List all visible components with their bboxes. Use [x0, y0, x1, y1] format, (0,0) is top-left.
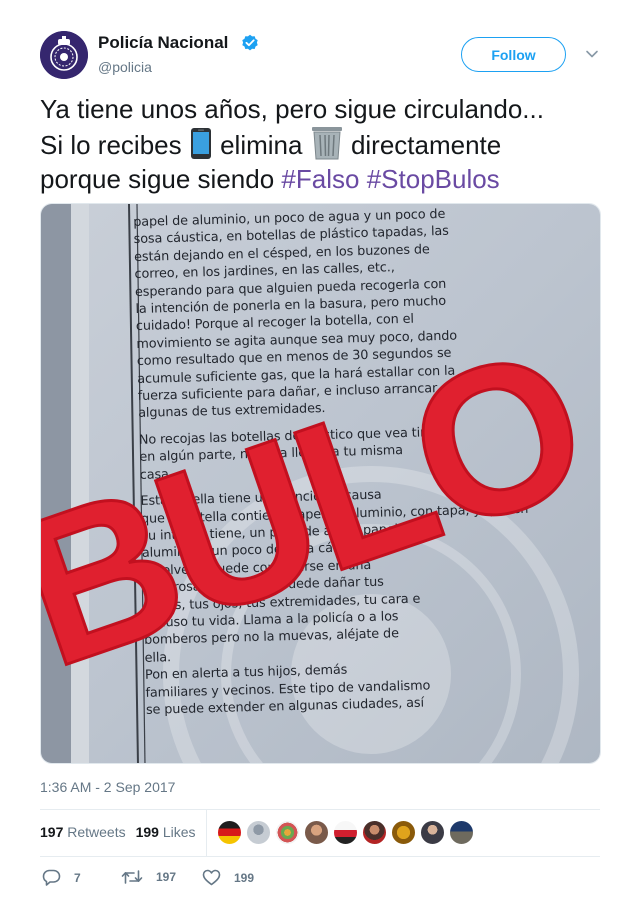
liker-avatar[interactable] [217, 820, 242, 845]
tweet-timestamp[interactable]: 1:36 AM - 2 Sep 2017 [40, 779, 175, 795]
account-handle[interactable]: @policia [98, 59, 152, 75]
retweet-icon [121, 870, 143, 884]
heart-icon [202, 869, 221, 886]
engagement-stats: 197 Retweets 199 Likes [40, 824, 196, 840]
bulo-stamp: BULO [41, 302, 601, 713]
hashtag-stopbulos[interactable]: #StopBulos [367, 164, 500, 194]
like-count: 199 [234, 870, 255, 885]
divider [40, 856, 600, 857]
follow-button[interactable]: Follow [461, 37, 566, 72]
liker-avatar[interactable] [362, 820, 387, 845]
tweet-line-1: Ya tiene unos años, pero sigue circuland… [40, 94, 544, 124]
reply-count: 7 [74, 870, 81, 885]
liker-avatars [217, 820, 478, 845]
divider [40, 809, 600, 810]
liker-avatar[interactable] [246, 820, 271, 845]
liker-avatar[interactable] [449, 820, 474, 845]
liker-avatar[interactable] [304, 820, 329, 845]
retweet-count: 197 [156, 870, 177, 884]
account-name[interactable]: Policía Nacional [98, 33, 228, 53]
liker-avatar[interactable] [420, 820, 445, 845]
retweet-button[interactable]: 197 [121, 869, 176, 885]
liker-avatar[interactable] [333, 820, 358, 845]
wastebasket-icon [311, 127, 342, 160]
police-badge-icon [40, 31, 88, 79]
retweets-stat[interactable]: 197 Retweets [40, 824, 126, 840]
account-avatar[interactable] [40, 31, 88, 79]
mobile-phone-icon [190, 128, 211, 159]
likes-stat[interactable]: 199 Likes [136, 824, 196, 840]
chevron-down-icon[interactable] [584, 48, 600, 60]
like-button[interactable]: 199 [202, 869, 254, 886]
hashtag-falso[interactable]: #Falso [281, 164, 359, 194]
reply-button[interactable]: 7 [42, 869, 81, 886]
divider [206, 810, 207, 856]
tweet-text: Ya tiene unos años, pero sigue circuland… [40, 94, 544, 194]
reply-icon [42, 869, 61, 886]
bulo-stamp-text: BULO [41, 303, 601, 711]
tweet-photo[interactable]: papel de aluminio, un poco de agua y un … [40, 203, 601, 764]
liker-avatar[interactable] [391, 820, 416, 845]
liker-avatar[interactable] [275, 820, 300, 845]
verified-badge-icon [242, 34, 258, 51]
